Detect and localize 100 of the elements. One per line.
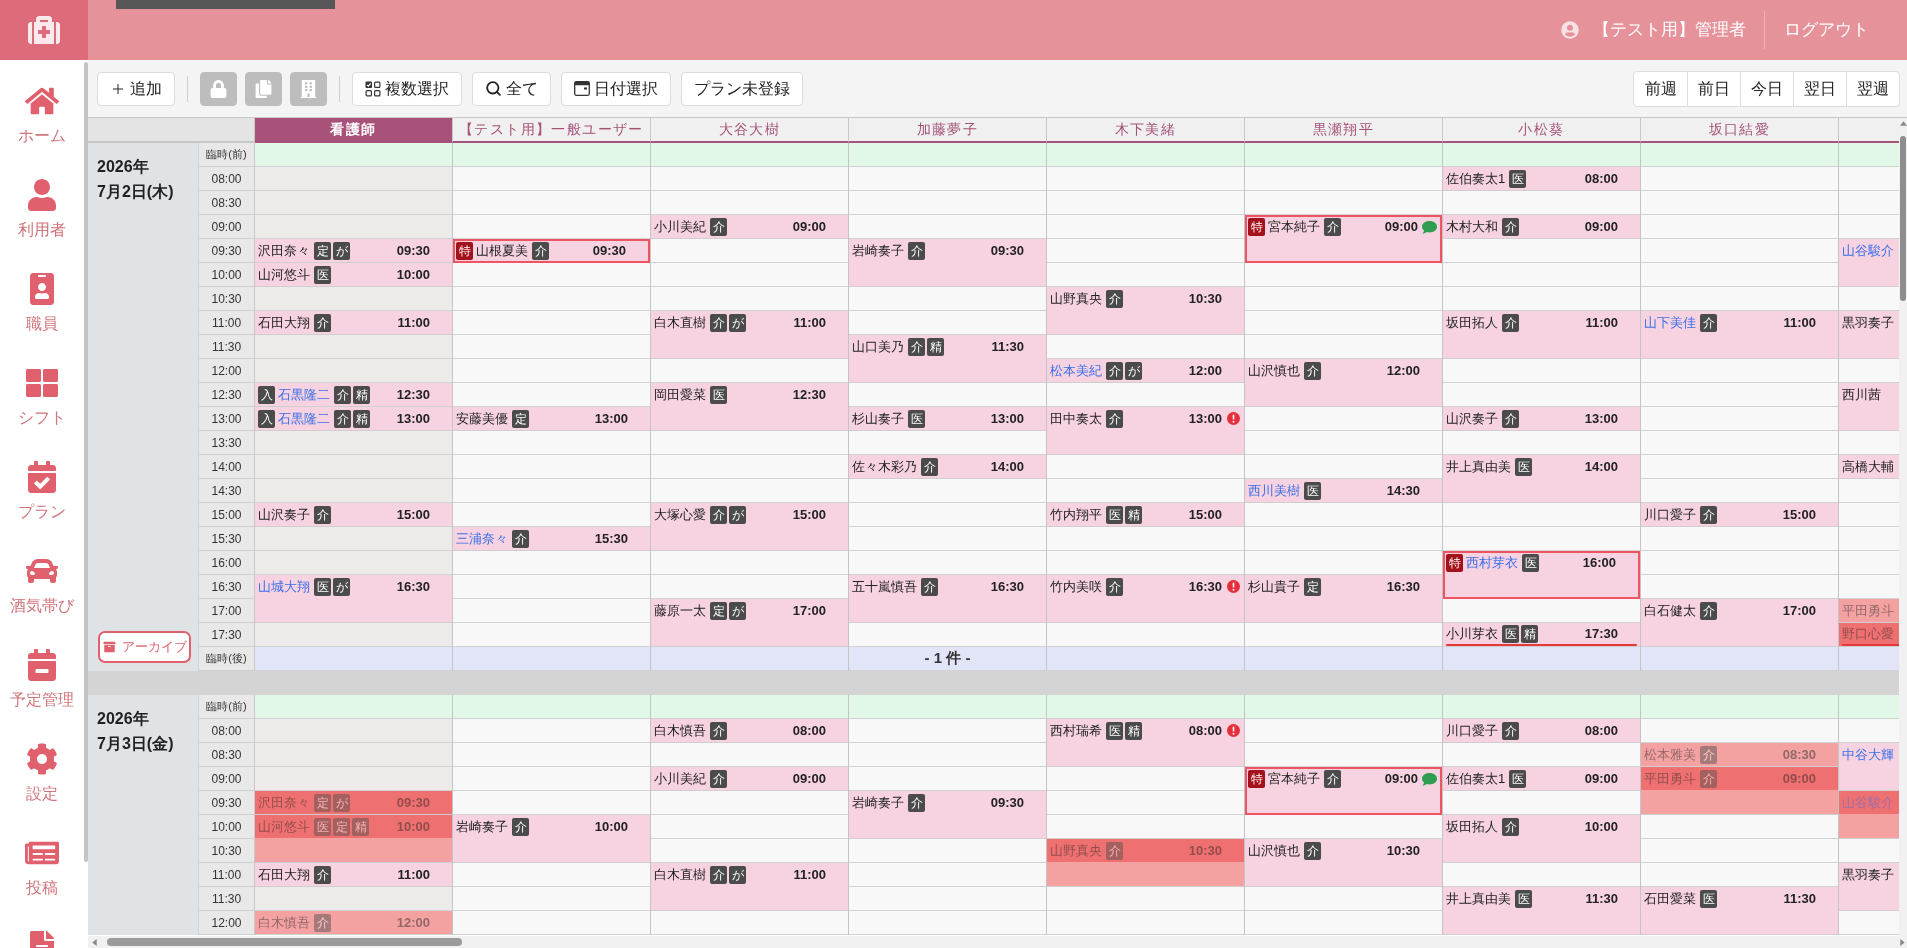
scroll-left-icon[interactable] (92, 938, 97, 946)
nav-button[interactable]: 翌日 (1793, 71, 1846, 106)
scrollbar-thumb[interactable] (107, 938, 462, 946)
appointment-card[interactable]: 山城大翔 医 が 16:30 (255, 575, 452, 623)
appointment-card[interactable]: 白木直樹 介 が 11:00 (651, 863, 848, 911)
appointment-card[interactable]: 西村瑞希 医 精 08:00 (1047, 719, 1244, 767)
appointment-card[interactable]: 岡田愛菜 医 12:30 (651, 383, 848, 431)
appointment-card[interactable]: 佐伯奏太1 医 09:00 (1443, 767, 1640, 791)
appointment-card[interactable]: 佐々木彩乃 介 14:00 (849, 455, 1046, 479)
appointment-card[interactable]: 藤原一太 定 が 17:00 (651, 599, 848, 647)
empty-slot[interactable] (1443, 791, 1640, 815)
appointment-card[interactable]: 西川茜 (1839, 383, 1899, 431)
toolbar-button[interactable]: 全て (472, 71, 551, 106)
empty-slot[interactable] (849, 863, 1046, 887)
appointment-card[interactable]: 井上真由美 医 14:00 (1443, 455, 1640, 503)
appointment-card[interactable]: 岩崎奏子 介 09:30 (849, 791, 1046, 839)
toolbar-button[interactable]: 日付選択 (561, 71, 671, 106)
vertical-scrollbar[interactable] (1899, 118, 1907, 936)
empty-slot[interactable] (1443, 599, 1640, 623)
appointment-card[interactable]: 山下美佳 介 11:00 (1641, 311, 1838, 359)
appointment-card[interactable]: 山沢奏子 介 15:00 (255, 503, 452, 527)
appointment-card[interactable]: 三浦奈々 介 15:30 (453, 527, 650, 551)
patient-link[interactable]: 西川美樹 (1248, 480, 1300, 501)
patient-link[interactable]: 山城大翔 (258, 576, 310, 597)
appointment-card[interactable]: 入 石黒隆二 介 精 13:00 (255, 407, 452, 431)
patient-link[interactable]: 山谷駿介 (1842, 240, 1894, 261)
appointment-card[interactable]: 大塚心愛 介 が 15:00 (651, 503, 848, 551)
summary-slot[interactable]: - 1 件 - (849, 647, 1046, 671)
appointment-card[interactable]: 山口美乃 介 精 11:30 (849, 335, 1046, 383)
service-badge: 定 (710, 601, 727, 620)
appointment-card[interactable]: 岩崎奏子 介 09:30 (849, 239, 1046, 287)
appointment-card[interactable]: 沢田奈々 定 が 09:30 (255, 239, 452, 263)
appointment-card[interactable]: 西川美樹 医 14:30 (1245, 479, 1442, 503)
patient-link[interactable]: 三浦奈々 (456, 528, 508, 549)
horizontal-scrollbar[interactable] (88, 936, 1907, 948)
toolbar-button[interactable]: 追加 (97, 71, 175, 106)
appointment-card[interactable]: 高橋大輔 (1839, 455, 1899, 479)
patient-link[interactable]: 石黒隆二 (278, 408, 330, 429)
appointment-card[interactable]: 小川美紀 介 09:00 (651, 767, 848, 791)
appointment-card[interactable]: 山河悠斗 医 10:00 (255, 263, 452, 287)
appointment-card[interactable]: 坂田拓人 介 10:00 (1443, 815, 1640, 863)
appointment-card[interactable]: 杉山奏子 医 13:00 (849, 407, 1046, 431)
empty-slot[interactable] (1641, 815, 1838, 839)
patient-link[interactable]: 西村芽衣 (1466, 553, 1518, 573)
scrollbar-thumb[interactable] (84, 62, 88, 862)
appointment-card[interactable]: 佐伯奏太1 医 08:00 (1443, 167, 1640, 191)
scroll-right-icon[interactable] (1900, 938, 1905, 946)
appointment-card[interactable]: 特 宮本純子 介 09:00 (1245, 215, 1442, 263)
appointment-card[interactable]: 小川美紀 介 09:00 (651, 215, 848, 239)
empty-slot[interactable] (1245, 311, 1442, 335)
appointment-card[interactable]: 木村大和 介 09:00 (1443, 215, 1640, 239)
nav-button[interactable]: 翌週 (1846, 71, 1899, 106)
appointment-card[interactable]: 特 山根夏美 介 09:30 (453, 239, 650, 263)
appointment-card[interactable]: 山谷駿介 (1839, 239, 1899, 287)
nav-button[interactable]: 前日 (1687, 71, 1740, 106)
scrollbar-thumb[interactable] (1900, 136, 1906, 301)
appointment-card[interactable]: 井上真由美 医 11:30 (1443, 887, 1640, 935)
appointment-card[interactable]: 石田大翔 介 11:00 (255, 311, 452, 335)
appointment-card[interactable]: 田中奏太 介 13:00 (1047, 407, 1244, 455)
appointment-card[interactable]: 山沢慎也 介 10:30 (1245, 839, 1442, 887)
appointment-card[interactable]: 黒羽奏子 (1839, 863, 1899, 911)
appointment-card[interactable]: 坂田拓人 介 11:00 (1443, 311, 1640, 359)
appointment-card[interactable]: 石田愛菜 医 11:30 (1641, 887, 1838, 935)
appointment-card[interactable]: 安藤美優 定 13:00 (453, 407, 650, 431)
patient-link[interactable]: 山下美佳 (1644, 312, 1696, 333)
empty-slot[interactable] (1047, 239, 1244, 263)
appointment-card[interactable]: 白木慎吾 介 08:00 (651, 719, 848, 743)
empty-slot[interactable] (849, 311, 1046, 335)
patient-link[interactable]: 石黒隆二 (278, 384, 330, 405)
appointment-card[interactable]: 竹内翔平 医 精 15:00 (1047, 503, 1244, 527)
toolbar-button[interactable]: 複数選択 (352, 71, 462, 106)
appointment-card[interactable]: 黒羽奏子 (1839, 311, 1899, 359)
empty-slot[interactable] (453, 599, 650, 623)
nav-button[interactable]: 今日 (1740, 71, 1793, 106)
appointment-card[interactable]: 入 石黒隆二 介 精 12:30 (255, 383, 452, 407)
appointment-card[interactable]: 山沢慎也 介 12:00 (1245, 359, 1442, 407)
appointment-card[interactable]: 山野真央 介 10:30 (1047, 287, 1244, 335)
archive-button[interactable]: アーカイブ (98, 631, 191, 663)
appointment-card[interactable]: 特 西村芽衣 医 16:00 (1443, 551, 1640, 599)
appointment-card[interactable]: 小川芽衣 医 精 17:30 (1443, 623, 1640, 647)
appointment-card[interactable]: 石田大翔 介 11:00 (255, 863, 452, 887)
appointment-card[interactable]: 白石健太 介 17:00 (1641, 599, 1838, 647)
patient-link[interactable]: 中谷大輝 (1842, 744, 1894, 765)
patient-link[interactable]: 松本美紀 (1050, 360, 1102, 381)
empty-slot[interactable] (651, 815, 848, 839)
appointment-card[interactable]: 杉山貴子 定 16:30 (1245, 575, 1442, 623)
empty-slot[interactable] (1047, 791, 1244, 815)
toolbar-button[interactable]: プラン未登録 (681, 71, 803, 106)
appointment-card[interactable]: 五十嵐慎吾 介 16:30 (849, 575, 1046, 623)
appointment-card[interactable]: 山沢奏子 介 13:00 (1443, 407, 1640, 431)
nav-button[interactable]: 前週 (1634, 71, 1687, 106)
scroll-up-icon[interactable] (1899, 121, 1907, 126)
appointment-card[interactable]: 竹内美咲 介 16:30 (1047, 575, 1244, 623)
appointment-card[interactable]: 川口愛子 介 08:00 (1443, 719, 1640, 743)
appointment-card[interactable]: 川口愛子 介 15:00 (1641, 503, 1838, 527)
appointment-card[interactable]: 中谷大輝 (1839, 743, 1899, 791)
appointment-card[interactable]: 松本美紀 介 が 12:00 (1047, 359, 1244, 383)
appointment-card[interactable]: 特 宮本純子 介 09:00 (1245, 767, 1442, 815)
appointment-card[interactable]: 白木直樹 介 が 11:00 (651, 311, 848, 359)
appointment-card[interactable]: 岩崎奏子 介 10:00 (453, 815, 650, 863)
